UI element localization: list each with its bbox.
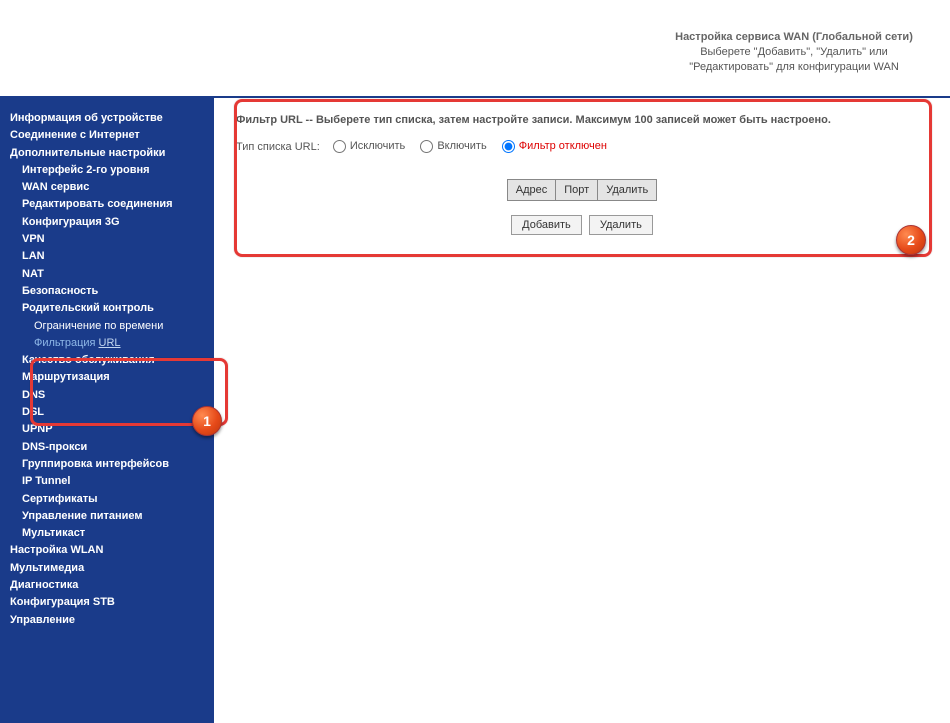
nav-device-info[interactable]: Информация об устройстве (10, 110, 214, 127)
sidebar: Информация об устройстве Соединение с Ин… (0, 98, 214, 723)
nav-manage[interactable]: Управление (10, 612, 214, 629)
nav-3g-config[interactable]: Конфигурация 3G (10, 214, 214, 231)
nav-url-filter[interactable]: Фильтрация URL (10, 335, 214, 352)
nav-multimedia[interactable]: Мультимедиа (10, 560, 214, 577)
nav-ip-tunnel[interactable]: IP Tunnel (10, 473, 214, 490)
radio-disabled[interactable] (502, 140, 515, 153)
opt-disabled[interactable]: Фильтр отключен (502, 140, 607, 152)
nav-if-group[interactable]: Группировка интерфейсов (10, 456, 214, 473)
nav-dsl[interactable]: DSL (10, 404, 214, 421)
header-subtitle: Выберете "Добавить", "Удалить" или "Реда… (689, 46, 899, 73)
radio-exclude[interactable] (333, 140, 346, 153)
header: Настройка сервиса WAN (Глобальной сети) … (0, 0, 950, 98)
nav-stb[interactable]: Конфигурация STB (10, 594, 214, 611)
delete-button[interactable]: Удалить (589, 215, 653, 235)
nav-dns-proxy[interactable]: DNS-прокси (10, 439, 214, 456)
nav-certs[interactable]: Сертификаты (10, 491, 214, 508)
list-type-label: Тип списка URL: (236, 141, 320, 153)
nav-power[interactable]: Управление питанием (10, 508, 214, 525)
col-port: Порт (556, 180, 598, 201)
nav-edit-conn[interactable]: Редактировать соединения (10, 196, 214, 213)
list-type-row: Тип списка URL: Исключить Включить Фильт… (236, 140, 928, 153)
nav-upnp[interactable]: UPNP (10, 421, 214, 438)
opt-exclude[interactable]: Исключить (333, 140, 405, 152)
nav-advanced[interactable]: Дополнительные настройки (10, 145, 214, 162)
page-title: Фильтр URL -- Выберете тип списка, затем… (236, 114, 928, 126)
nav-time-restrict[interactable]: Ограничение по времени (10, 318, 214, 335)
nav-wan-service[interactable]: WAN сервис (10, 179, 214, 196)
col-delete: Удалить (598, 180, 657, 201)
main-content: Фильтр URL -- Выберете тип списка, затем… (214, 98, 950, 723)
nav-vpn[interactable]: VPN (10, 231, 214, 248)
opt-include[interactable]: Включить (420, 140, 486, 152)
nav-multicast[interactable]: Мультикаст (10, 525, 214, 542)
radio-include[interactable] (420, 140, 433, 153)
header-text-block: Настройка сервиса WAN (Глобальной сети) … (664, 30, 924, 75)
url-table: Адрес Порт Удалить (507, 179, 657, 201)
annotation-badge-1: 1 (192, 406, 222, 436)
nav-l2-interface[interactable]: Интерфейс 2-го уровня (10, 162, 214, 179)
action-buttons: Добавить Удалить (236, 215, 928, 235)
annotation-badge-2: 2 (896, 225, 926, 255)
add-button[interactable]: Добавить (511, 215, 582, 235)
nav-dns[interactable]: DNS (10, 387, 214, 404)
nav-parental[interactable]: Родительский контроль (10, 300, 214, 317)
nav-nat[interactable]: NAT (10, 266, 214, 283)
header-title: Настройка сервиса WAN (Глобальной сети) (675, 31, 913, 43)
table-header-row: Адрес Порт Удалить (507, 180, 656, 201)
nav-routing[interactable]: Маршрутизация (10, 369, 214, 386)
nav-security[interactable]: Безопасность (10, 283, 214, 300)
nav-wlan[interactable]: Настройка WLAN (10, 542, 214, 559)
nav-lan[interactable]: LAN (10, 248, 214, 265)
nav-qos[interactable]: Качество обслуживания (10, 352, 214, 369)
nav-internet-conn[interactable]: Соединение с Интернет (10, 127, 214, 144)
nav-diag[interactable]: Диагностика (10, 577, 214, 594)
col-address: Адрес (507, 180, 556, 201)
